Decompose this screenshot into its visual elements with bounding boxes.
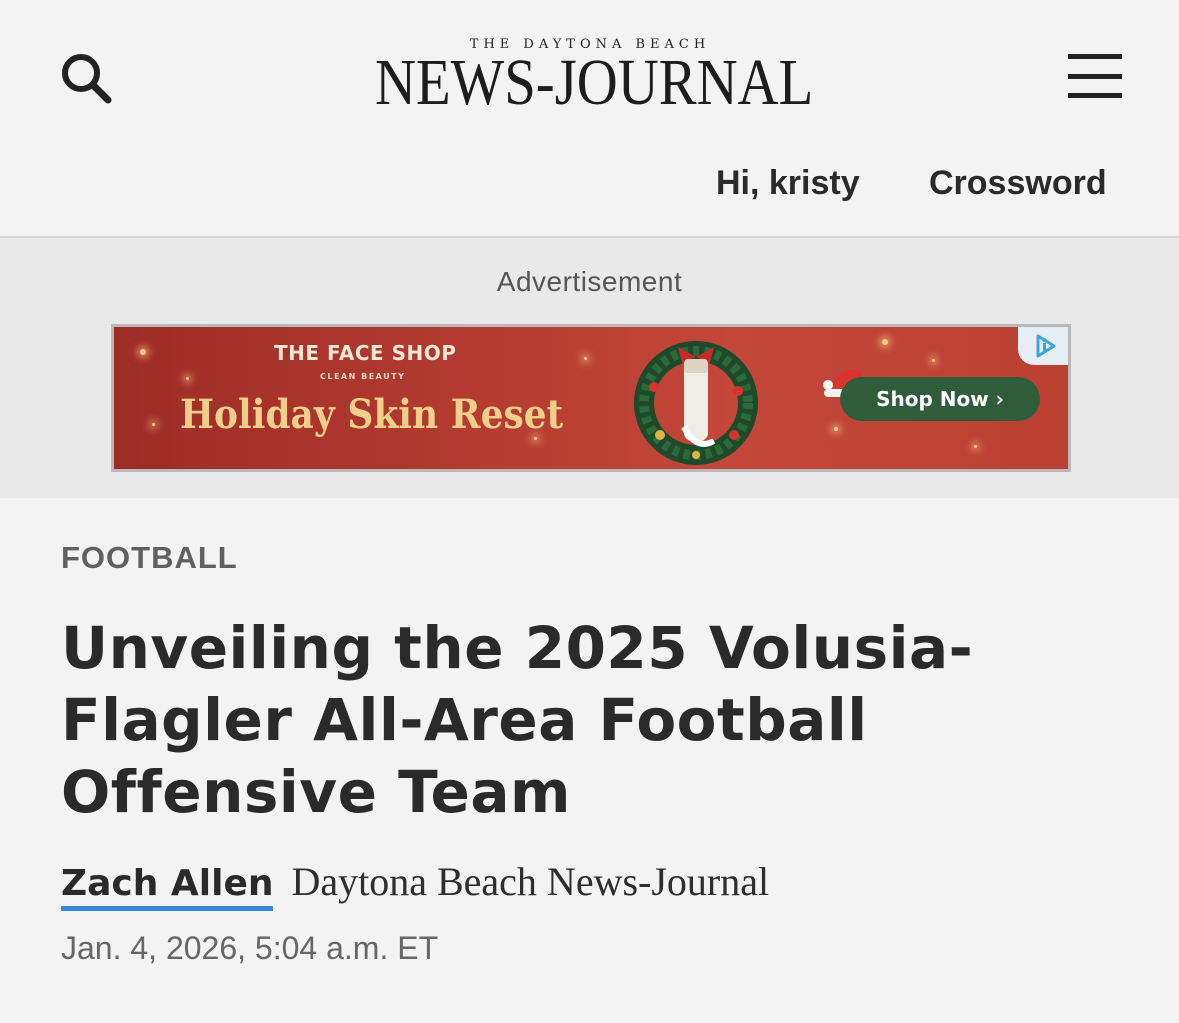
menu-button[interactable] (1064, 50, 1126, 102)
sparkle-decoration (834, 427, 838, 431)
christmas-wreath-image (634, 341, 758, 465)
search-icon (62, 54, 112, 104)
logo-name: NEWS-JOURNAL (375, 46, 814, 119)
section-label[interactable]: FOOTBALL (61, 540, 238, 576)
search-button[interactable] (56, 48, 116, 108)
sparkle-decoration (932, 359, 935, 362)
hamburger-menu-icon (1068, 54, 1122, 59)
ad-slot: Advertisement THE FACE SHOP CLEAN BEAUTY… (0, 238, 1179, 498)
sparkle-decoration (584, 357, 587, 360)
sparkle-decoration (882, 339, 888, 345)
adchoices-button[interactable] (1018, 327, 1068, 365)
ad-headline: Holiday Skin Reset (180, 391, 564, 438)
ad-brand-name: THE FACE SHOP (274, 341, 457, 365)
shop-now-button[interactable]: Shop Now › (840, 377, 1040, 421)
publication-name: Daytona Beach News-Journal (291, 859, 770, 904)
account-greeting[interactable]: Hi, kristy (716, 164, 860, 203)
crossword-link[interactable]: Crossword (929, 164, 1107, 203)
sparkle-decoration (974, 445, 977, 448)
byline: Zach Allen Daytona Beach News-Journal (61, 860, 769, 916)
site-logo[interactable]: THE DAYTONA BEACH NEWS-JOURNAL (340, 36, 840, 126)
adchoices-icon (1036, 334, 1056, 358)
sparkle-decoration (186, 377, 189, 380)
article-headline: Unveiling the 2025 Volusia-Flagler All-A… (61, 614, 974, 826)
publish-date: Jan. 4, 2026, 5:04 a.m. ET (61, 930, 439, 966)
author-link[interactable]: Zach Allen (61, 862, 274, 911)
sparkle-decoration (152, 423, 155, 426)
hamburger-menu-icon-bar (1068, 74, 1122, 79)
hamburger-menu-icon-bar (1068, 93, 1122, 98)
sparkle-decoration (140, 349, 146, 355)
ad-label: Advertisement (496, 266, 683, 297)
site-header: THE DAYTONA BEACH NEWS-JOURNAL Hi, krist… (0, 0, 1179, 238)
ad-brand-tagline: CLEAN BEAUTY (320, 372, 406, 381)
ad-banner[interactable]: THE FACE SHOP CLEAN BEAUTY Holiday Skin … (111, 324, 1071, 472)
